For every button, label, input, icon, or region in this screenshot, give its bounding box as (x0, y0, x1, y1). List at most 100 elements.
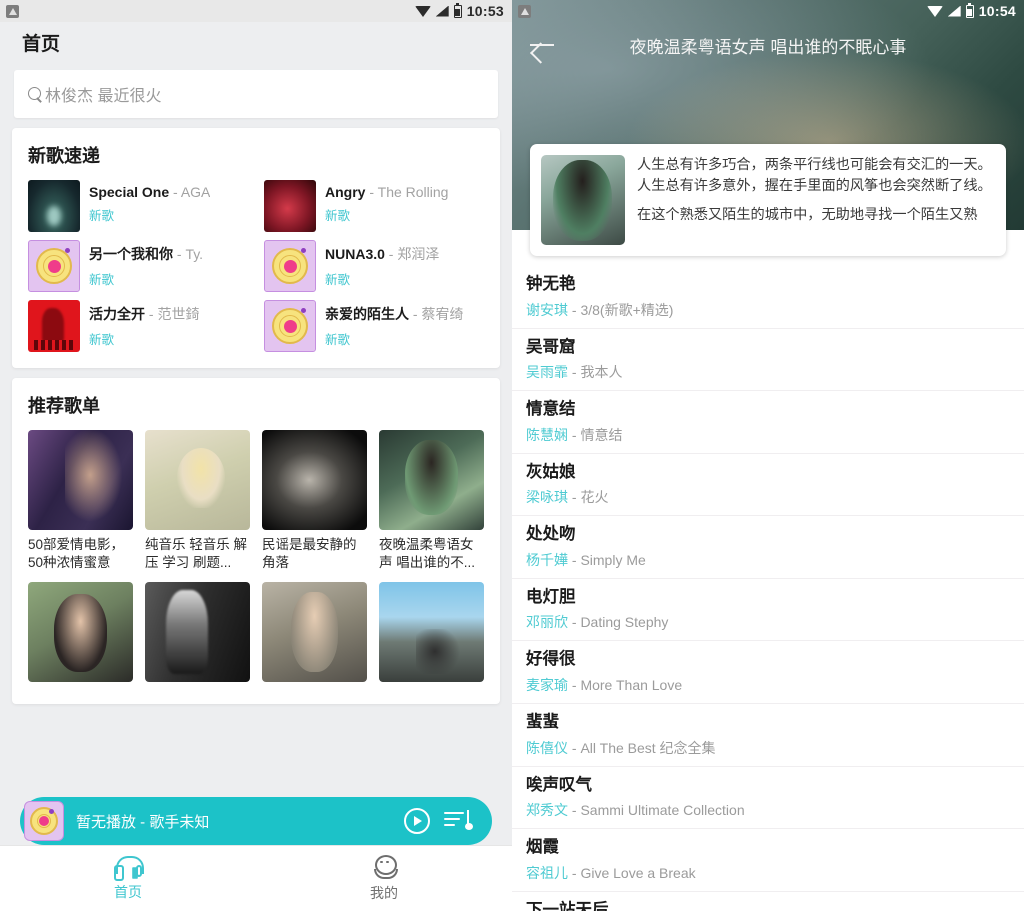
recommended-playlists-title: 推荐歌单 (28, 396, 100, 416)
playlist-detail-pane: 10:54 夜晚温柔粤语女声 唱出谁的不眠心事 人生总有许多巧合，两条平行线也可… (512, 0, 1024, 911)
playlist-item[interactable] (379, 582, 484, 688)
recommended-playlists-card: 推荐歌单 50部爱情电影，50种浓情蜜意 纯音乐 轻音乐 解压 学习 刷题...… (12, 378, 500, 705)
song-row[interactable]: 烟霞 容祖儿 - Give Love a Break (512, 829, 1024, 892)
playlist-cover (28, 582, 133, 683)
playlist-item[interactable]: 夜晚温柔粤语女声 唱出谁的不... (379, 430, 484, 572)
song-title: 情意结 (526, 400, 576, 419)
signal-icon (435, 5, 449, 17)
new-song-item[interactable]: 活力全开 - 范世錡 新歌 (28, 300, 248, 352)
song-artist: 梁咏琪 (526, 489, 568, 506)
playlist-description-text: 人生总有许多巧合，两条平行线也可能会有交汇的一天。人生总有许多意外，握在手里面的… (637, 155, 995, 245)
song-artist: - 郑润泽 (388, 246, 440, 262)
new-song-item[interactable]: 另一个我和你 - Ty. 新歌 (28, 240, 248, 292)
playlist-caption: 民谣是最安静的角落 (262, 537, 357, 571)
playlist-caption: 50部爱情电影，50种浓情蜜意 (28, 537, 125, 571)
playlist-item[interactable] (145, 582, 250, 688)
nav-label-mine: 我的 (370, 884, 398, 901)
song-title: 烟霞 (526, 838, 559, 857)
new-badge: 新歌 (89, 273, 115, 287)
song-row[interactable]: 情意结 陈慧娴 - 情意结 (512, 391, 1024, 454)
song-artist: - 蔡宥绮 (412, 306, 464, 322)
song-artist: - Ty. (176, 246, 204, 262)
song-row[interactable]: 蜚蜚 陈僖仪 - All The Best 纪念全集 (512, 704, 1024, 767)
song-row[interactable]: 电灯胆 邓丽欣 - Dating Stephy (512, 579, 1024, 642)
new-song-item[interactable]: 亲爱的陌生人 - 蔡宥绮 新歌 (264, 300, 484, 352)
nav-item-mine[interactable]: 我的 (256, 854, 512, 903)
song-artist: 陈僖仪 (526, 739, 568, 756)
song-album: - 我本人 (571, 364, 623, 381)
playlist-queue-icon[interactable] (444, 810, 473, 832)
battery-icon (965, 2, 974, 18)
playlist-grid: 50部爱情电影，50种浓情蜜意 纯音乐 轻音乐 解压 学习 刷题... 民谣是最… (28, 430, 484, 688)
song-row[interactable]: 下一站天后 Twins - 我们相爱6年(新曲+精选) (512, 892, 1024, 911)
song-row[interactable]: 灰姑娘 梁咏琪 - 花火 (512, 454, 1024, 517)
song-title: 灰姑娘 (526, 462, 576, 481)
page-header: 首页 (0, 22, 512, 62)
song-album: - All The Best 纪念全集 (571, 739, 716, 756)
song-artist: 杨千嬅 (526, 551, 568, 568)
playlist-item[interactable]: 纯音乐 轻音乐 解压 学习 刷题... (145, 430, 250, 572)
song-artist: 谢安琪 (526, 301, 568, 318)
mini-player-bar[interactable]: 暂无播放 - 歌手未知 (20, 797, 492, 845)
mini-player-track-label: 暂无播放 - 歌手未知 (76, 813, 210, 831)
song-album: - More Than Love (571, 676, 683, 693)
nav-item-home[interactable]: 首页 (0, 855, 256, 902)
new-badge: 新歌 (89, 209, 115, 223)
person-icon (371, 854, 398, 879)
song-artist: 吴雨霏 (526, 364, 568, 381)
playlist-cover (379, 430, 484, 530)
album-art (28, 180, 80, 232)
playlist-cover (262, 430, 367, 530)
playlist-cover (145, 430, 250, 530)
new-song-item[interactable]: Special One - AGA 新歌 (28, 180, 248, 232)
playlist-item[interactable]: 50部爱情电影，50种浓情蜜意 (28, 430, 133, 572)
album-art (264, 180, 316, 232)
new-badge: 新歌 (89, 333, 115, 347)
new-songs-title: 新歌速递 (28, 146, 100, 166)
playlist-item[interactable] (28, 582, 133, 688)
song-title: NUNA3.0 (325, 246, 385, 262)
song-title: 唉声叹气 (526, 775, 592, 794)
back-arrow-icon[interactable] (528, 32, 558, 58)
song-album: - 3/8(新歌+精选) (571, 301, 674, 318)
mini-player-album-art (24, 801, 64, 841)
song-album: - 情意结 (571, 426, 623, 443)
song-artist: 容祖儿 (526, 864, 568, 881)
playlist-cover (262, 582, 367, 683)
song-title: 下一站天后 (526, 900, 609, 911)
search-icon (28, 86, 43, 102)
new-songs-grid: Special One - AGA 新歌 Angry - The Rolling… (28, 180, 484, 352)
playlist-description-card[interactable]: 人生总有许多巧合，两条平行线也可能会有交汇的一天。人生总有许多意外，握在手里面的… (530, 144, 1006, 256)
album-art-vinyl-icon (264, 300, 316, 352)
status-bar-right-group: 10:53 (414, 2, 504, 19)
playlist-cover-thumbnail (541, 155, 625, 245)
song-row[interactable]: 处处吻 杨千嬅 - Simply Me (512, 516, 1024, 579)
new-badge: 新歌 (325, 273, 351, 287)
status-bar-clock: 10:53 (466, 3, 504, 19)
app-badge-icon (518, 4, 531, 18)
status-bar-left-group (518, 4, 531, 18)
song-row[interactable]: 钟无艳 谢安琪 - 3/8(新歌+精选) (512, 266, 1024, 329)
status-bar-right: 10:54 (512, 0, 1024, 22)
playlist-item[interactable]: 民谣是最安静的角落 (262, 430, 367, 572)
song-row[interactable]: 唉声叹气 郑秀文 - Sammi Ultimate Collection (512, 767, 1024, 830)
album-art-vinyl-icon (28, 240, 80, 292)
playlist-item[interactable] (262, 582, 367, 688)
song-artist: - 范世錡 (148, 306, 200, 322)
playlist-cover (145, 582, 250, 683)
song-artist: 郑秀文 (526, 802, 568, 819)
status-bar-left: 10:53 (0, 0, 512, 22)
search-section: 林俊杰 最近很火 (0, 62, 512, 118)
nav-label-home: 首页 (114, 883, 142, 900)
search-input[interactable]: 林俊杰 最近很火 (14, 70, 498, 118)
status-bar-right-group: 10:54 (926, 2, 1016, 19)
song-album: - Simply Me (571, 551, 646, 568)
play-icon[interactable] (404, 808, 430, 834)
song-row[interactable]: 吴哥窟 吴雨霏 - 我本人 (512, 329, 1024, 392)
playlist-cover (28, 430, 133, 530)
song-title: 蜚蜚 (526, 712, 559, 731)
status-bar-clock: 10:54 (978, 3, 1016, 19)
song-row[interactable]: 好得很 麦家瑜 - More Than Love (512, 641, 1024, 704)
new-song-item[interactable]: NUNA3.0 - 郑润泽 新歌 (264, 240, 484, 292)
new-song-item[interactable]: Angry - The Rolling 新歌 (264, 180, 484, 232)
